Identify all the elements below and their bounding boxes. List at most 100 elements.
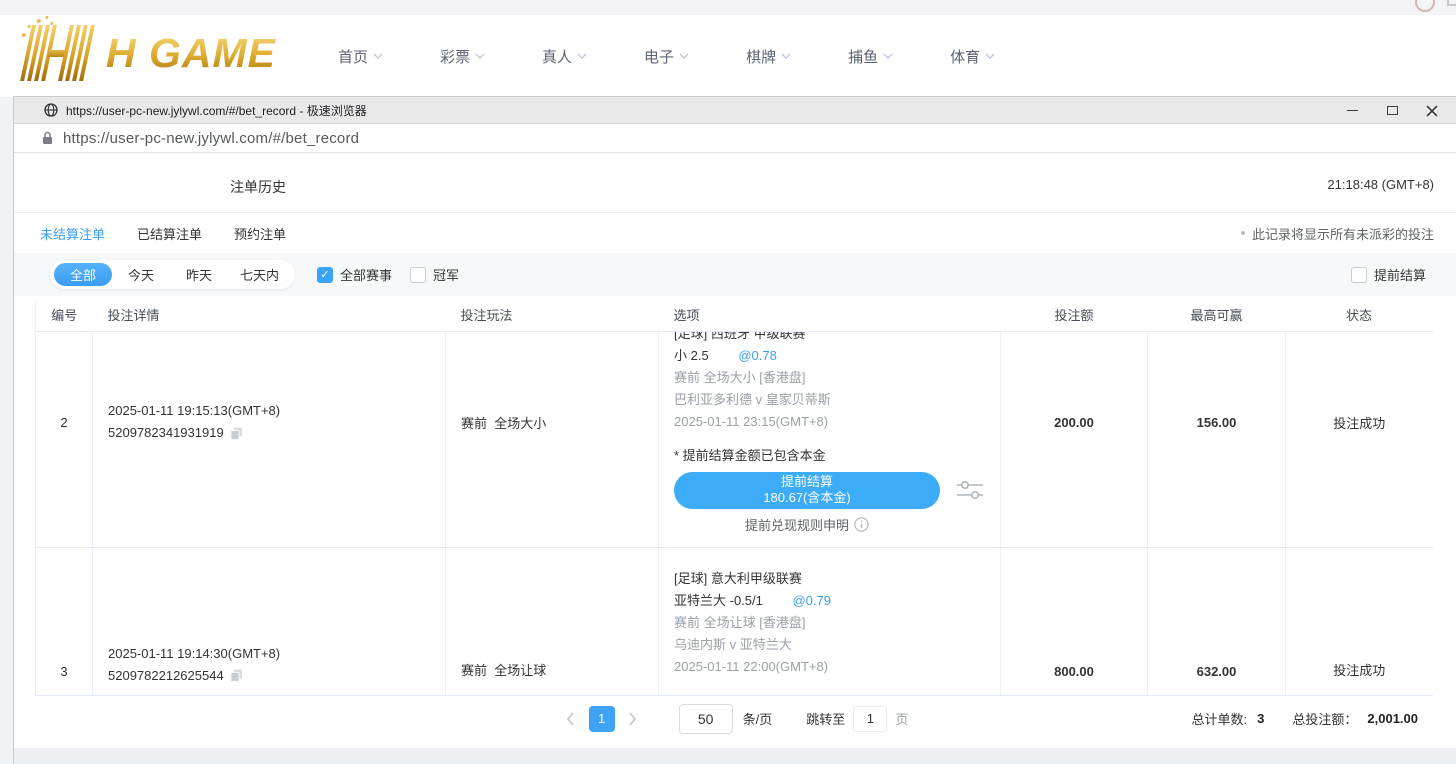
odds-value: @0.79 — [792, 593, 831, 608]
totals-summary: 总计单数: 3 总投注额： 2,001.00 — [1192, 696, 1418, 742]
stake-amount: 200.00 — [1001, 331, 1148, 547]
all-events-checkbox[interactable]: ✓ 全部赛事 — [317, 265, 392, 284]
total-amount-value: 2,001.00 — [1367, 711, 1418, 726]
early-settle-note: * 提前结算金额已包含本金 — [674, 446, 1000, 466]
browser-window: https://user-pc-new.jylywl.com/#/bet_rec… — [14, 97, 1456, 764]
match-time: 2025-01-11 22:00(GMT+8) — [674, 656, 1000, 678]
nav-item-slots[interactable]: 电子 — [644, 46, 689, 67]
partial-tray-icon — [1447, 0, 1456, 6]
cashout-button-label: 提前结算 — [674, 474, 940, 490]
url-bar[interactable]: https://user-pc-new.jylywl.com/#/bet_rec… — [14, 124, 1456, 153]
current-page-button[interactable]: 1 — [589, 706, 615, 732]
copy-icon[interactable] — [230, 669, 243, 682]
brand-logo[interactable]: H GAME — [12, 23, 276, 83]
status-text: 投注成功 — [1286, 547, 1433, 695]
event-filters: ✓ 全部赛事 冠军 — [317, 265, 459, 284]
total-count-label: 总计单数: — [1192, 709, 1248, 728]
total-count-value: 3 — [1257, 711, 1264, 726]
option-cell: [足球] 西班牙 甲级联赛 小 2.5 @0.78 赛前 全场大小 [香港盘] … — [659, 331, 1001, 547]
max-win-amount: 632.00 — [1148, 547, 1286, 695]
early-settle-label: 提前结算 — [1374, 265, 1426, 284]
jump-to-label: 跳转至 — [806, 709, 845, 728]
pick-name: 亚特兰大 -0.5/1 — [674, 593, 763, 608]
jump-page-input[interactable] — [853, 706, 887, 732]
chevron-down-icon — [781, 53, 791, 59]
checkbox-icon — [410, 267, 426, 283]
nav-label: 真人 — [542, 46, 572, 67]
cashout-button-amount: 180.67(含本金) — [674, 490, 940, 506]
champion-checkbox[interactable]: 冠军 — [410, 265, 459, 284]
champion-label: 冠军 — [433, 265, 459, 284]
header-no: 编号 — [36, 299, 93, 331]
nav-item-cards[interactable]: 棋牌 — [746, 46, 791, 67]
page-content: 注单历史 21:18:48 (GMT+8) 未结算注单 已结算注单 预约注单 此… — [14, 153, 1456, 763]
nav-item-fishing[interactable]: 捕鱼 — [848, 46, 893, 67]
nav-item-home[interactable]: 首页 — [338, 46, 383, 67]
date-option-yesterday[interactable]: 昨天 — [170, 263, 228, 286]
copy-icon[interactable] — [230, 427, 243, 440]
match-time: 2025-01-11 23:15(GMT+8) — [674, 411, 1000, 433]
partial-globe-tray-icon — [1415, 0, 1435, 12]
cashout-rules-text: 提前兑现规则申明 — [745, 515, 849, 534]
header-play: 投注玩法 — [446, 299, 659, 331]
chevron-right-icon — [628, 712, 637, 726]
next-page-button[interactable] — [621, 706, 645, 732]
chevron-down-icon — [679, 53, 689, 59]
market-name: 赛前 全场让球 [香港盘] — [674, 612, 1000, 634]
minimize-button[interactable] — [1332, 97, 1372, 124]
bet-detail-cell: 2025-01-11 19:15:13(GMT+8) 5209782341931… — [93, 331, 446, 547]
page-unit-label: 页 — [895, 709, 908, 728]
date-option-today[interactable]: 今天 — [112, 263, 170, 286]
chevron-down-icon — [475, 53, 485, 59]
window-controls — [1332, 97, 1452, 124]
close-button[interactable] — [1412, 97, 1452, 124]
page-size-input[interactable] — [679, 704, 733, 734]
url-text: https://user-pc-new.jylywl.com/#/bet_rec… — [63, 130, 359, 147]
total-amount-label: 总投注额： — [1292, 709, 1357, 728]
tabs-row: 未结算注单 已结算注单 预约注单 此记录将显示所有未派彩的投注 — [14, 213, 1456, 253]
filter-bar: 全部 今天 昨天 七天内 ✓ 全部赛事 冠军 提前结算 — [14, 253, 1456, 296]
maximize-button[interactable] — [1372, 97, 1412, 124]
globe-icon — [44, 103, 58, 117]
window-title: https://user-pc-new.jylywl.com/#/bet_rec… — [66, 102, 367, 119]
play-type: 赛前 全场让球 — [446, 547, 659, 695]
nav-item-sports[interactable]: 体育 — [950, 46, 995, 67]
date-option-all[interactable]: 全部 — [54, 263, 112, 286]
logo-mark-icon — [6, 23, 111, 83]
status-text: 投注成功 — [1286, 331, 1433, 547]
nav-label: 棋牌 — [746, 46, 776, 67]
minimize-icon — [1347, 110, 1358, 111]
match-name: 巴利亚多利德 v 皇家贝蒂斯 — [674, 389, 1000, 411]
tab-reserved[interactable]: 预约注单 — [234, 224, 286, 243]
page-title: 注单历史 — [230, 177, 286, 197]
pagination-bar: 1 条/页 跳转至 页 总计单数: 3 总投注额： 2,001.00 — [35, 696, 1432, 742]
tab-unsettled[interactable]: 未结算注单 — [40, 224, 105, 243]
chevron-down-icon — [577, 53, 587, 59]
prev-page-button[interactable] — [559, 706, 583, 732]
nav-item-lottery[interactable]: 彩票 — [440, 46, 485, 67]
early-settle-checkbox[interactable]: 提前结算 — [1351, 265, 1426, 284]
cashout-button[interactable]: 提前结算 180.67(含本金) — [674, 472, 940, 509]
nav-item-live[interactable]: 真人 — [542, 46, 587, 67]
nav-label: 首页 — [338, 46, 368, 67]
stake-amount: 800.00 — [1001, 547, 1148, 695]
table-row: 2 2025-01-11 19:15:13(GMT+8) 52097823419… — [36, 331, 1433, 547]
bullet-icon — [1241, 231, 1245, 235]
bet-time: 2025-01-11 19:14:30(GMT+8) — [108, 643, 445, 665]
checkbox-checked-icon: ✓ — [317, 267, 333, 283]
header-status: 状态 — [1286, 299, 1433, 331]
nav-label: 电子 — [644, 46, 674, 67]
top-nav: H GAME 首页 彩票 真人 电子 棋牌 捕鱼 体育 — [0, 15, 1456, 97]
date-option-7days[interactable]: 七天内 — [228, 263, 291, 286]
header-detail: 投注详情 — [93, 299, 446, 331]
chevron-down-icon — [883, 53, 893, 59]
bottom-strip — [14, 748, 1456, 764]
play-type: 赛前 全场大小 — [446, 331, 659, 547]
clock-text: 21:18:48 (GMT+8) — [1327, 177, 1434, 192]
league-name: [足球] 意大利甲级联赛 — [674, 568, 1000, 590]
option-cell: [足球] 意大利甲级联赛 亚特兰大 -0.5/1 @0.79 赛前 全场让球 [… — [659, 547, 1001, 695]
sliders-icon[interactable] — [956, 479, 984, 501]
tab-settled[interactable]: 已结算注单 — [137, 224, 202, 243]
league-name: [足球] 西班牙 甲级联赛 — [674, 331, 1000, 345]
cashout-rules-link[interactable]: 提前兑现规则申明 — [674, 515, 940, 534]
